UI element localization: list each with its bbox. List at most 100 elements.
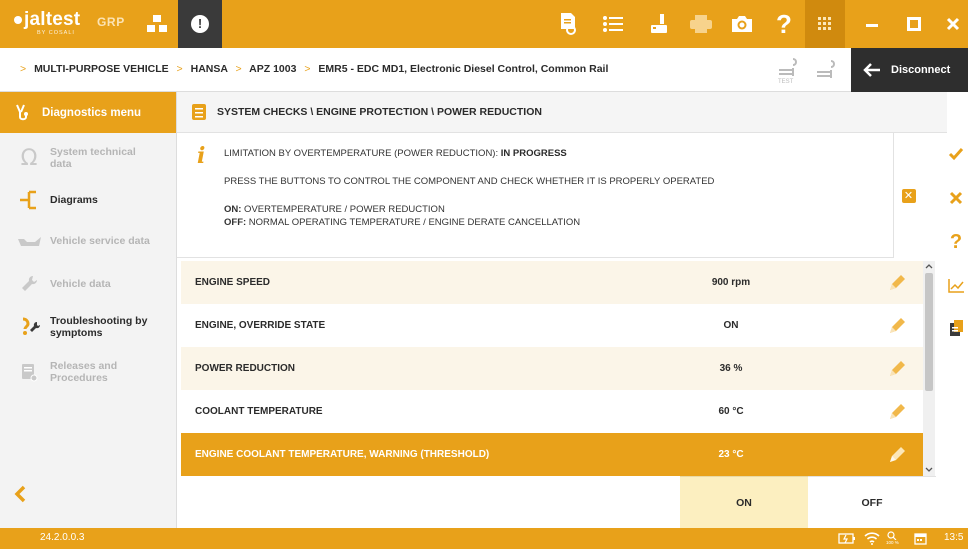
- sidebar: Diagnostics menu Ω System technical data …: [0, 92, 176, 528]
- edit-pencil-icon[interactable]: [887, 445, 907, 465]
- scroll-up-icon[interactable]: [925, 263, 933, 269]
- info-on-line: ON: OVERTEMPERATURE / POWER REDUCTION: [224, 204, 445, 215]
- info-on-text: OVERTEMPERATURE / POWER REDUCTION: [241, 204, 445, 215]
- list-icon[interactable]: [596, 0, 630, 48]
- line-chart-icon[interactable]: [944, 272, 968, 300]
- app-logo-sub: BY COSALI: [37, 30, 75, 36]
- question-icon[interactable]: ?: [944, 228, 968, 256]
- battery-icon: [838, 531, 856, 546]
- table-row[interactable]: ENGINE SPEED 900 rpm: [181, 261, 923, 304]
- table-scrollbar[interactable]: [923, 261, 935, 476]
- diagnostics-icon: [16, 104, 28, 120]
- checklist-icon: [192, 104, 206, 120]
- calendar-icon[interactable]: [914, 531, 927, 546]
- right-action-bar: ?: [944, 134, 968, 528]
- document-search-icon[interactable]: [551, 0, 585, 48]
- chevron-left-icon: [14, 485, 26, 503]
- breadcrumb: > MULTI-PURPOSE VEHICLE > HANSA > APZ 10…: [20, 63, 609, 75]
- breadcrumb-item[interactable]: APZ 1003: [249, 63, 296, 75]
- info-panel: i LIMITATION BY OVERTEMPERATURE (POWER R…: [177, 133, 893, 258]
- control-buttons: ON OFF: [177, 476, 947, 528]
- sidebar-item-label: Releases and: [50, 360, 118, 372]
- close-box-icon: ✕: [901, 188, 916, 203]
- sidebar-item-diagrams[interactable]: Diagrams: [0, 186, 176, 214]
- camera-icon[interactable]: [725, 0, 759, 48]
- disconnect-button[interactable]: Disconnect: [851, 48, 968, 92]
- sidebar-item-system-technical-data[interactable]: Ω System technical data: [0, 140, 176, 176]
- breadcrumb-item[interactable]: HANSA: [191, 63, 228, 75]
- edit-pencil-icon[interactable]: [887, 273, 907, 293]
- breadcrumb-item[interactable]: EMR5 - EDC MD1, Electronic Diesel Contro…: [318, 63, 608, 75]
- info-icon: i: [197, 143, 206, 169]
- wrench-icon: [16, 274, 42, 294]
- zoom-icon[interactable]: 100 %: [886, 531, 899, 546]
- info-off-label: OFF:: [224, 217, 247, 228]
- sidebar-item-label: Vehicle service data: [50, 235, 150, 247]
- cancel-x-icon[interactable]: [944, 184, 968, 212]
- scroll-down-icon[interactable]: [925, 467, 933, 473]
- param-name: COOLANT TEMPERATURE: [195, 406, 323, 417]
- off-button[interactable]: OFF: [808, 476, 936, 528]
- sidebar-item-vehicle-service-data[interactable]: Vehicle service data: [0, 227, 176, 255]
- alert-button[interactable]: !: [178, 0, 222, 48]
- parameter-table: ENGINE SPEED 900 rpm ENGINE, OVERRIDE ST…: [181, 261, 923, 476]
- sidebar-item-releases-procedures[interactable]: Releases and Procedures: [0, 355, 176, 389]
- info-off-line: OFF: NORMAL OPERATING TEMPERATURE / ENGI…: [224, 217, 580, 228]
- title-bar: jaltest BY COSALI GRP ! ?: [0, 0, 968, 48]
- breadcrumb-item[interactable]: MULTI-PURPOSE VEHICLE: [34, 63, 169, 75]
- param-name: POWER REDUCTION: [195, 363, 295, 374]
- param-value: 36 %: [719, 363, 743, 374]
- zoom-level: 100 %: [886, 540, 899, 545]
- test-connector-icon[interactable]: TEST: [775, 56, 801, 85]
- info-off-text: NORMAL OPERATING TEMPERATURE / ENGINE DE…: [246, 217, 581, 228]
- app-logo: jaltest: [14, 9, 80, 31]
- troubleshooting-icon: [16, 316, 42, 338]
- edit-pencil-icon[interactable]: [887, 316, 907, 336]
- sidebar-item-label: Troubleshooting by: [50, 315, 148, 327]
- diagram-icon: [16, 189, 42, 211]
- arrow-left-icon: [863, 63, 880, 77]
- param-value: ON: [723, 320, 739, 331]
- edit-pencil-icon[interactable]: [887, 402, 907, 422]
- auction-icon[interactable]: [642, 0, 676, 48]
- info-on-label: ON:: [224, 204, 242, 215]
- apps-grid-icon[interactable]: [805, 0, 845, 48]
- checkmark-icon[interactable]: [944, 140, 968, 168]
- info-instruction: PRESS THE BUTTONS TO CONTROL THE COMPONE…: [224, 176, 715, 187]
- diagnostics-menu-header[interactable]: Diagnostics menu: [0, 92, 176, 133]
- truck-group-icon[interactable]: [142, 0, 172, 48]
- cable-connector-icon[interactable]: [814, 56, 840, 84]
- param-name: ENGINE SPEED: [195, 277, 271, 288]
- param-name: ENGINE, OVERRIDE STATE: [195, 320, 326, 331]
- info-status-value: IN PROGRESS: [500, 148, 567, 159]
- printer-icon[interactable]: [684, 0, 718, 48]
- table-row[interactable]: POWER REDUCTION 36 %: [181, 347, 923, 390]
- oil-can-icon: [16, 234, 42, 248]
- edit-pencil-icon[interactable]: [887, 359, 907, 379]
- info-close-button[interactable]: ✕: [893, 133, 923, 258]
- help-icon[interactable]: ?: [767, 0, 801, 48]
- close-icon[interactable]: [938, 0, 968, 48]
- minimize-icon[interactable]: [855, 0, 889, 48]
- report-icon[interactable]: [944, 314, 968, 342]
- back-button[interactable]: [8, 482, 32, 506]
- maximize-icon[interactable]: [897, 0, 931, 48]
- table-row[interactable]: COOLANT TEMPERATURE 60 °C: [181, 390, 923, 433]
- product-label: GRP: [97, 15, 125, 29]
- status-bar: 24.2.0.0.3 100 % 13:5: [0, 528, 968, 549]
- section-path-bar: SYSTEM CHECKS \ ENGINE PROTECTION \ POWE…: [177, 92, 947, 133]
- table-row-selected[interactable]: ENGINE COOLANT TEMPERATURE, WARNING (THR…: [181, 433, 923, 476]
- version-label: 24.2.0.0.3: [40, 532, 85, 543]
- procedures-icon: [16, 362, 42, 382]
- breadcrumb-bar: > MULTI-PURPOSE VEHICLE > HANSA > APZ 10…: [0, 48, 968, 92]
- table-row[interactable]: ENGINE, OVERRIDE STATE ON: [181, 304, 923, 347]
- disconnect-label: Disconnect: [891, 64, 951, 76]
- sidebar-item-label: data: [50, 158, 72, 170]
- on-button[interactable]: ON: [680, 476, 808, 528]
- info-status-line: LIMITATION BY OVERTEMPERATURE (POWER RED…: [224, 148, 567, 159]
- scroll-thumb[interactable]: [925, 273, 933, 391]
- sidebar-item-troubleshooting[interactable]: Troubleshooting by symptoms: [0, 310, 176, 344]
- main-panel: SYSTEM CHECKS \ ENGINE PROTECTION \ POWE…: [176, 92, 947, 528]
- sidebar-item-vehicle-data[interactable]: Vehicle data: [0, 270, 176, 298]
- clock: 13:5: [944, 532, 964, 543]
